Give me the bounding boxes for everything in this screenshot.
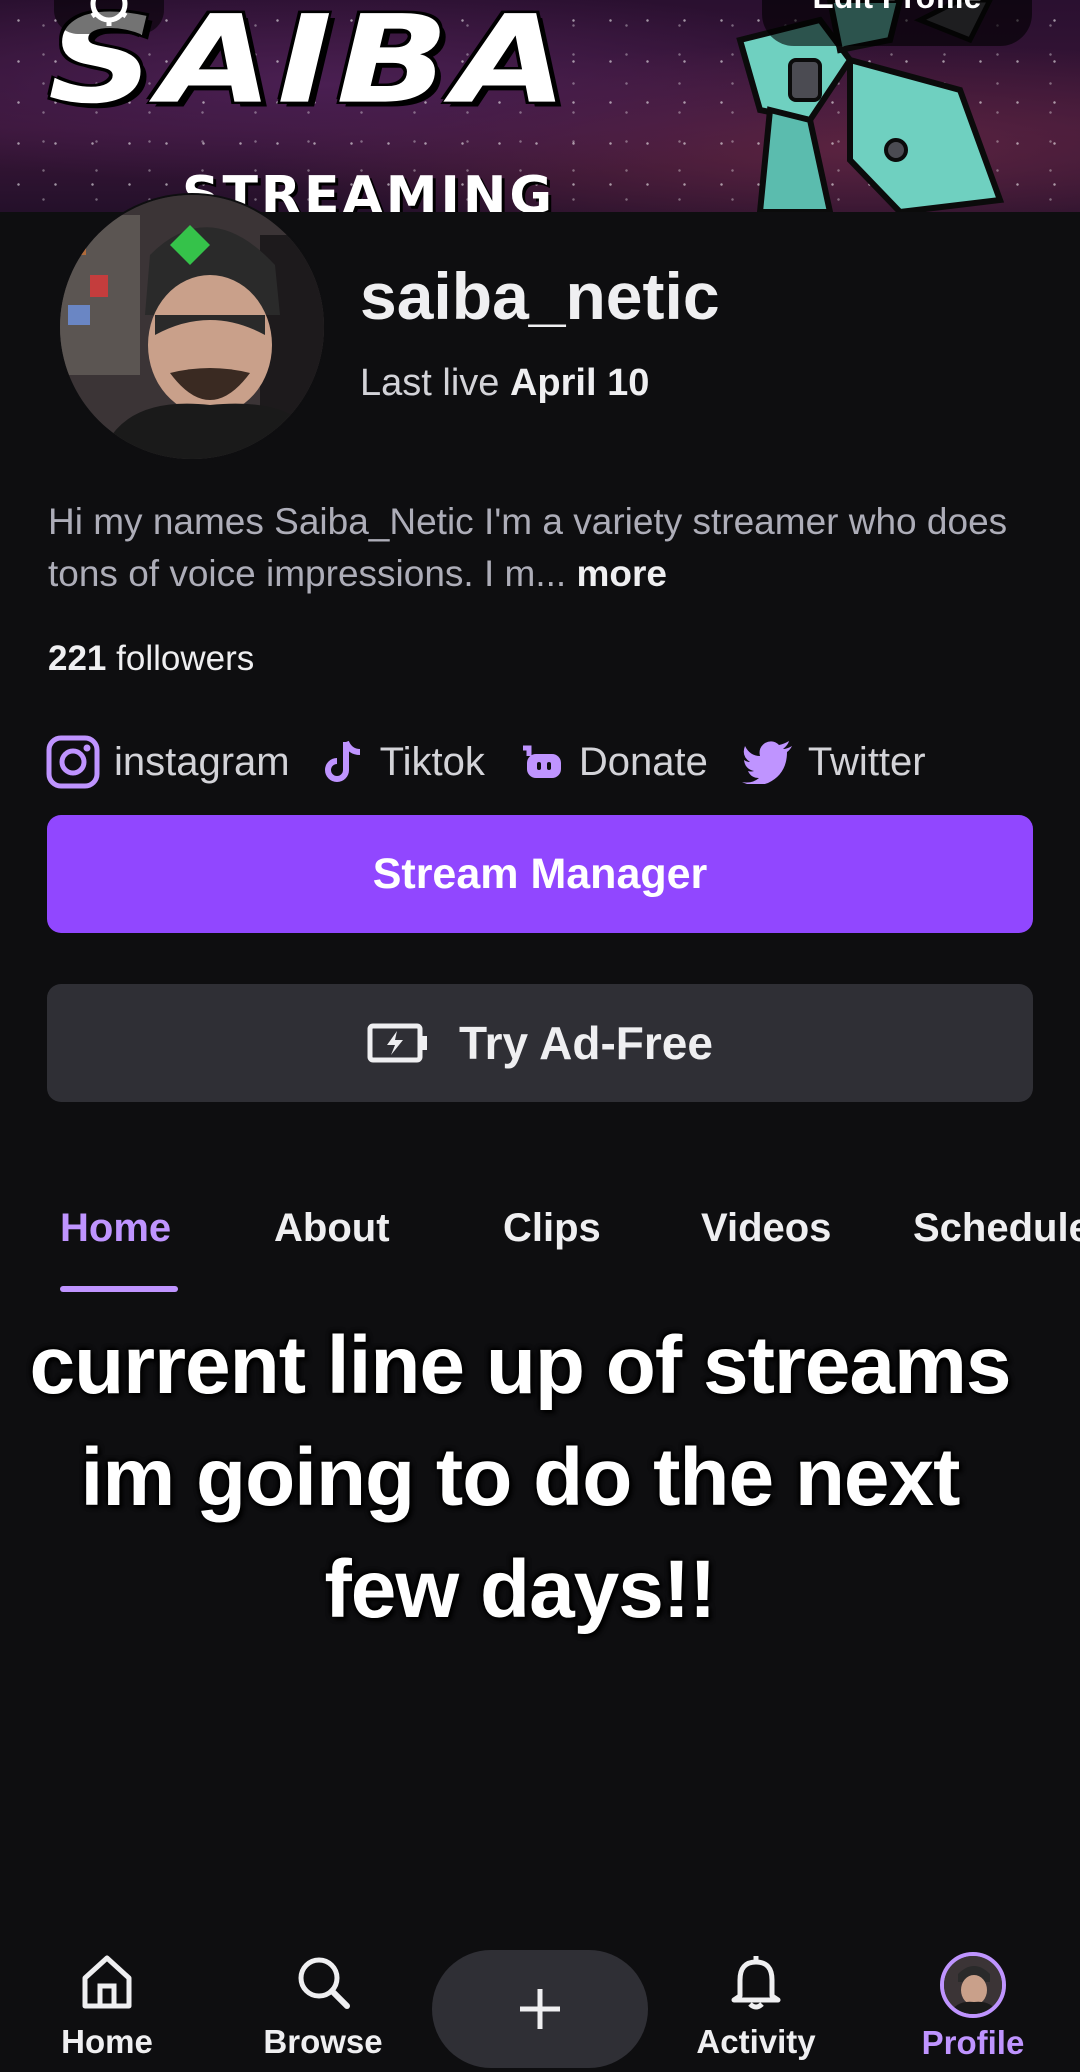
avatar-photo bbox=[60, 195, 324, 459]
nav-home-label: Home bbox=[61, 2023, 153, 2060]
tab-videos[interactable]: Videos bbox=[701, 1196, 831, 1260]
create-button[interactable] bbox=[432, 1950, 648, 2068]
bio-text: Hi my names Saiba_Netic I'm a variety st… bbox=[48, 496, 1038, 600]
username: saiba_netic bbox=[360, 259, 720, 333]
social-link-twitter[interactable]: Twitter bbox=[741, 739, 926, 785]
instagram-icon bbox=[46, 735, 100, 789]
nav-browse[interactable]: Browse bbox=[243, 1952, 403, 2061]
bottom-navigation: Home Browse Activity Profile bbox=[0, 1930, 1080, 2072]
video-caption-overlay: current line up of streams im going to d… bbox=[20, 1310, 1020, 1646]
tab-about[interactable]: About bbox=[274, 1196, 390, 1260]
followers-number: 221 bbox=[48, 639, 107, 678]
social-label-donate: Donate bbox=[578, 739, 708, 784]
social-links: instagram Tiktok Donate Twitter bbox=[46, 735, 960, 789]
social-link-instagram[interactable]: instagram bbox=[46, 735, 290, 789]
battery-bolt-icon bbox=[367, 1023, 428, 1063]
social-label-instagram: instagram bbox=[114, 739, 290, 784]
social-label-tiktok: Tiktok bbox=[379, 739, 485, 784]
last-live-date: April 10 bbox=[509, 362, 650, 404]
tab-home[interactable]: Home bbox=[60, 1196, 171, 1260]
nav-profile[interactable]: Profile bbox=[893, 1952, 1053, 2062]
bell-icon bbox=[731, 1956, 781, 2010]
nav-profile-label: Profile bbox=[921, 2024, 1025, 2061]
nav-activity-label: Activity bbox=[696, 2023, 816, 2060]
home-icon bbox=[82, 1955, 132, 2009]
try-ad-free-button[interactable]: Try Ad-Free bbox=[47, 984, 1033, 1102]
nav-home[interactable]: Home bbox=[27, 1952, 187, 2061]
bio-more-link[interactable]: more bbox=[576, 553, 666, 594]
plus-icon bbox=[520, 1989, 560, 2029]
search-icon bbox=[298, 1957, 350, 2009]
stream-manager-label: Stream Manager bbox=[372, 849, 708, 898]
nav-avatar-photo bbox=[944, 1956, 1002, 2014]
streamlabs-icon bbox=[522, 745, 561, 778]
stream-manager-button[interactable]: Stream Manager bbox=[47, 815, 1033, 933]
try-ad-free-label: Try Ad-Free bbox=[459, 1017, 713, 1069]
edit-profile-label: Edit Profile bbox=[813, 0, 982, 15]
profile-banner: SAIBA STREAMING Edit Profile bbox=[0, 0, 1080, 212]
active-tab-indicator bbox=[60, 1286, 178, 1292]
settings-button[interactable] bbox=[54, 0, 164, 34]
profile-avatar[interactable] bbox=[58, 193, 326, 461]
last-live-prefix: Last live bbox=[360, 362, 500, 404]
last-live-text: Last live April 10 bbox=[360, 358, 649, 408]
bio-content: Hi my names Saiba_Netic I'm a variety st… bbox=[48, 501, 1008, 594]
nav-browse-label: Browse bbox=[263, 2023, 383, 2060]
followers-count: 221 followers bbox=[48, 634, 254, 684]
tiktok-icon bbox=[324, 740, 360, 782]
followers-label: followers bbox=[116, 639, 255, 678]
caption-line-1: current line up of streams bbox=[29, 1320, 1011, 1411]
tab-clips[interactable]: Clips bbox=[503, 1196, 601, 1260]
profile-tabs: Home About Clips Videos Schedule bbox=[0, 1196, 1080, 1296]
avatar bbox=[940, 1952, 1006, 2018]
social-label-twitter: Twitter bbox=[807, 739, 926, 784]
gear-icon bbox=[90, 0, 128, 26]
social-link-donate[interactable]: Donate bbox=[519, 740, 708, 785]
caption-line-2: im going to do the next bbox=[80, 1432, 961, 1523]
nav-activity[interactable]: Activity bbox=[676, 1952, 836, 2061]
tab-schedule[interactable]: Schedule bbox=[913, 1196, 1080, 1260]
edit-profile-button[interactable]: Edit Profile bbox=[762, 0, 1032, 46]
caption-line-3: few days!! bbox=[324, 1544, 717, 1635]
social-link-tiktok[interactable]: Tiktok bbox=[324, 738, 485, 786]
twitter-icon bbox=[741, 741, 792, 784]
